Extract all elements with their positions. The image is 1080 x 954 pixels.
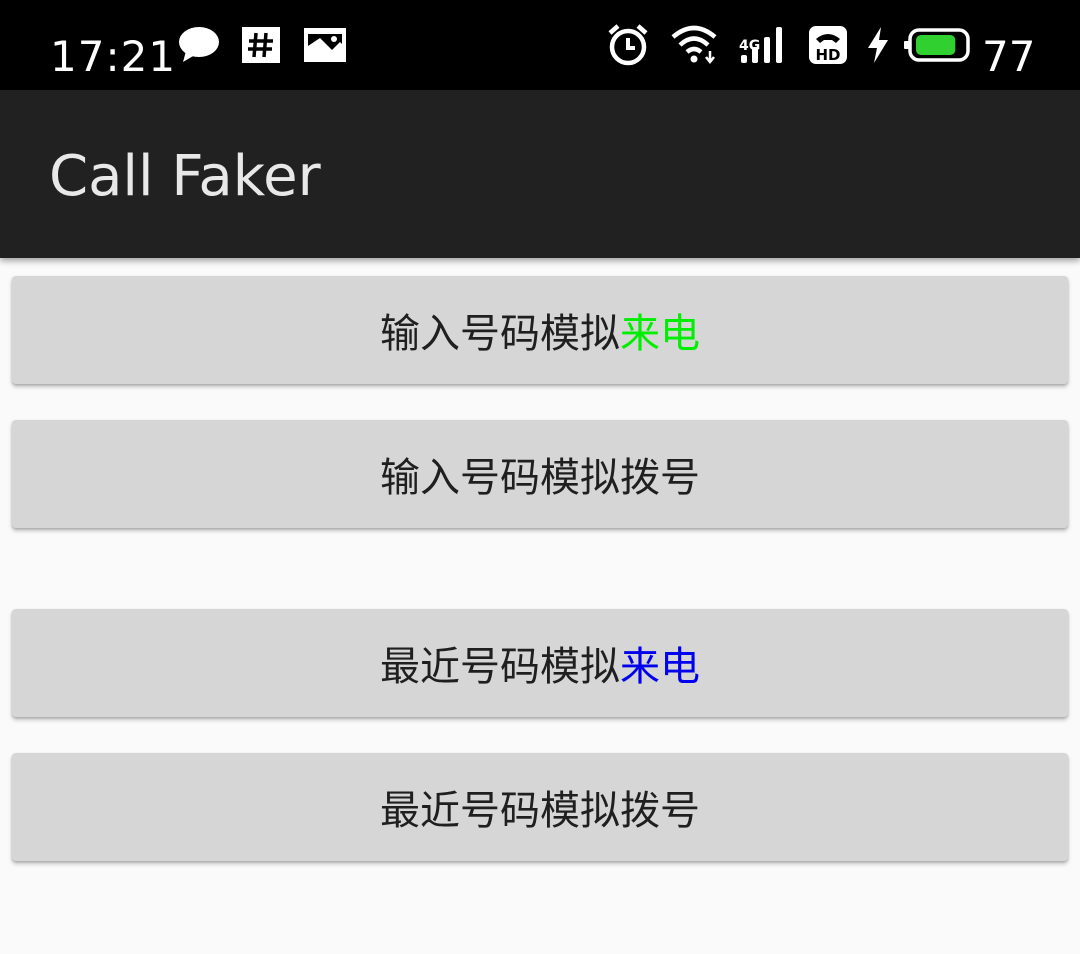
chat-icon (178, 0, 220, 90)
battery-icon (902, 0, 972, 90)
hashtag-icon (242, 0, 280, 90)
hd-call-icon: HD (808, 0, 848, 90)
button-label-accent: 来电 (620, 644, 700, 690)
charging-icon (866, 0, 890, 90)
alarm-icon (606, 0, 650, 90)
button-label: 输入号码模拟拨号 (380, 455, 700, 501)
button-label-accent: 来电 (620, 311, 700, 357)
app-bar: Call Faker (0, 90, 1080, 258)
image-icon (304, 0, 346, 90)
battery-level: 77 (982, 32, 1036, 81)
app-title: Call Faker (49, 144, 321, 209)
input-number-fake-incoming-button[interactable]: 输入号码模拟 来电 (12, 276, 1068, 384)
button-label: 输入号码模拟 (380, 311, 620, 357)
button-label: 最近号码模拟拨号 (380, 788, 700, 834)
input-number-fake-dial-button[interactable]: 输入号码模拟拨号 (12, 420, 1068, 528)
status-bar: 17:21 4G HD 77 (0, 0, 1080, 90)
button-label: 最近号码模拟 (380, 644, 620, 690)
recent-number-fake-dial-button[interactable]: 最近号码模拟拨号 (12, 753, 1068, 861)
wifi-icon (670, 0, 720, 90)
svg-text:HD: HD (815, 46, 840, 64)
status-time: 17:21 (50, 32, 177, 81)
recent-number-fake-incoming-button[interactable]: 最近号码模拟 来电 (12, 609, 1068, 717)
network-type-label: 4G (739, 38, 761, 54)
